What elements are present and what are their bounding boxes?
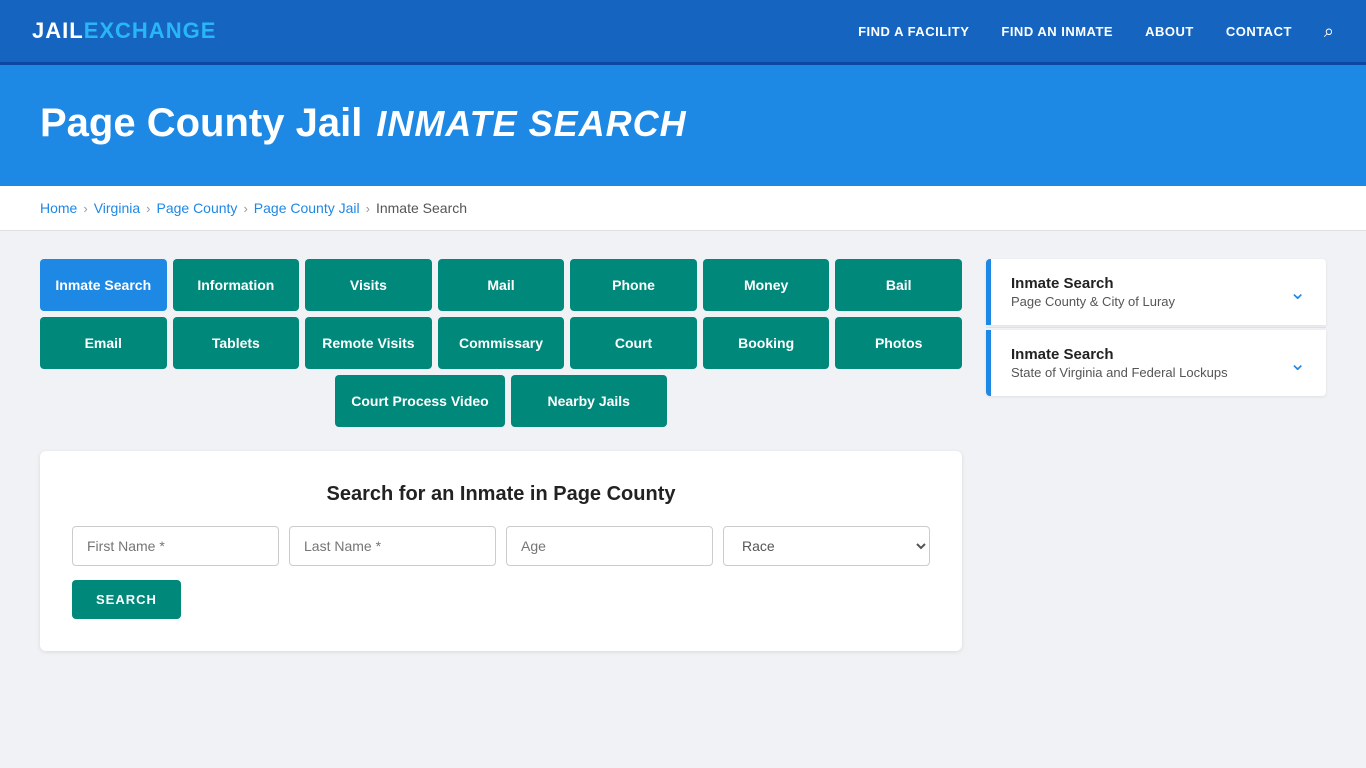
tab-information[interactable]: Information xyxy=(173,259,300,311)
tab-mail[interactable]: Mail xyxy=(438,259,565,311)
tab-bail[interactable]: Bail xyxy=(835,259,962,311)
tab-phone[interactable]: Phone xyxy=(570,259,697,311)
hero-banner: Page County Jail INMATE SEARCH xyxy=(0,65,1366,186)
nav-find-facility[interactable]: FIND A FACILITY xyxy=(858,24,969,39)
breadcrumb-inmate-search: Inmate Search xyxy=(376,200,467,216)
chevron-down-icon-2: ⌄ xyxy=(1289,351,1306,376)
tab-money[interactable]: Money xyxy=(703,259,830,311)
search-panel-title: Search for an Inmate in Page County xyxy=(72,483,930,506)
search-icon[interactable]: ⌕ xyxy=(1324,21,1334,42)
sidebar-divider xyxy=(986,327,1326,328)
nav-contact[interactable]: CONTACT xyxy=(1226,24,1292,39)
chevron-down-icon-1: ⌄ xyxy=(1289,280,1306,305)
tab-booking[interactable]: Booking xyxy=(703,317,830,369)
logo-exchange: EXCHANGE xyxy=(84,18,217,44)
nav-about[interactable]: ABOUT xyxy=(1145,24,1194,39)
tab-email[interactable]: Email xyxy=(40,317,167,369)
logo-jail: JAIL xyxy=(32,18,84,44)
sidebar-card-2-title: Inmate Search xyxy=(1011,346,1228,363)
breadcrumb-virginia[interactable]: Virginia xyxy=(94,200,140,216)
race-select[interactable]: Race White Black Hispanic Asian Other xyxy=(723,526,930,566)
breadcrumb-page-county-jail[interactable]: Page County Jail xyxy=(254,200,360,216)
sidebar-card-1-sub: Page County & City of Luray xyxy=(1011,294,1175,309)
breadcrumb-sep-4: › xyxy=(366,201,370,216)
tab-visits[interactable]: Visits xyxy=(305,259,432,311)
page-title: Page County Jail INMATE SEARCH xyxy=(40,101,1326,146)
tab-nearby-jails[interactable]: Nearby Jails xyxy=(511,375,667,427)
sidebar-card-2-sub: State of Virginia and Federal Lockups xyxy=(1011,365,1228,380)
breadcrumb-home[interactable]: Home xyxy=(40,200,77,216)
logo: JAILEXCHANGE xyxy=(32,18,216,44)
search-button[interactable]: SEARCH xyxy=(72,580,181,619)
search-fields: Race White Black Hispanic Asian Other xyxy=(72,526,930,566)
search-panel: Search for an Inmate in Page County Race… xyxy=(40,451,962,651)
sidebar-card-state-virginia[interactable]: Inmate Search State of Virginia and Fede… xyxy=(986,330,1326,396)
nav-links: FIND A FACILITY FIND AN INMATE ABOUT CON… xyxy=(858,21,1334,42)
tab-court[interactable]: Court xyxy=(570,317,697,369)
breadcrumb-page-county[interactable]: Page County xyxy=(156,200,237,216)
breadcrumb: Home › Virginia › Page County › Page Cou… xyxy=(0,186,1366,231)
hero-title-main: Page County Jail xyxy=(40,101,362,146)
last-name-input[interactable] xyxy=(289,526,496,566)
tab-remote-visits[interactable]: Remote Visits xyxy=(305,317,432,369)
tabs-row1: Inmate Search Information Visits Mail Ph… xyxy=(40,259,962,311)
nav-find-inmate[interactable]: FIND AN INMATE xyxy=(1001,24,1113,39)
age-input[interactable] xyxy=(506,526,713,566)
right-column: Inmate Search Page County & City of Lura… xyxy=(986,259,1326,396)
sidebar-card-page-county[interactable]: Inmate Search Page County & City of Lura… xyxy=(986,259,1326,325)
left-column: Inmate Search Information Visits Mail Ph… xyxy=(40,259,962,651)
navbar: JAILEXCHANGE FIND A FACILITY FIND AN INM… xyxy=(0,0,1366,65)
tab-photos[interactable]: Photos xyxy=(835,317,962,369)
breadcrumb-sep-1: › xyxy=(83,201,87,216)
breadcrumb-sep-2: › xyxy=(146,201,150,216)
tab-commissary[interactable]: Commissary xyxy=(438,317,565,369)
sidebar-card-1-title: Inmate Search xyxy=(1011,275,1175,292)
tab-inmate-search[interactable]: Inmate Search xyxy=(40,259,167,311)
tabs-row2: Email Tablets Remote Visits Commissary C… xyxy=(40,317,962,369)
tab-tablets[interactable]: Tablets xyxy=(173,317,300,369)
tabs-row3: Court Process Video Nearby Jails xyxy=(40,375,962,427)
main-content: Inmate Search Information Visits Mail Ph… xyxy=(0,231,1366,679)
first-name-input[interactable] xyxy=(72,526,279,566)
tab-court-process-video[interactable]: Court Process Video xyxy=(335,375,504,427)
breadcrumb-sep-3: › xyxy=(243,201,247,216)
hero-title-sub: INMATE SEARCH xyxy=(376,103,686,145)
